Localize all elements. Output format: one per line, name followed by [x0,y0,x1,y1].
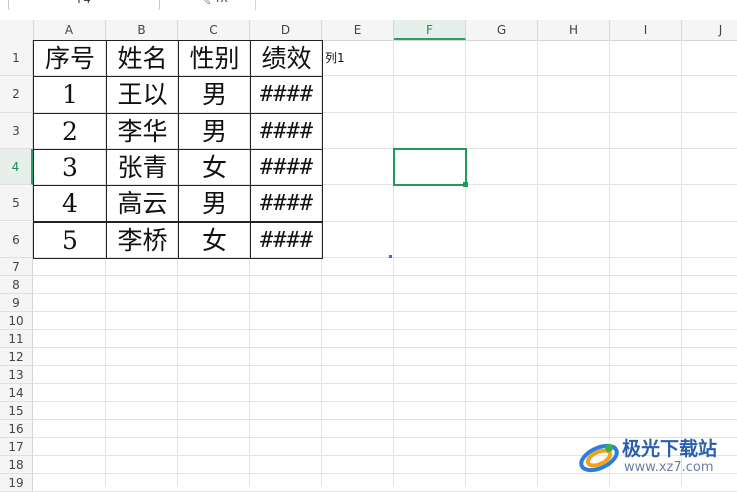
row-gridline [33,364,737,366]
table-data-cell[interactable]: 李华 [106,112,179,150]
row-header-4[interactable]: 4 [0,148,33,186]
formula-input[interactable] [255,0,737,10]
row-gridline [33,346,737,348]
row-header-1[interactable]: 1 [0,40,33,77]
row-header-13[interactable]: 13 [0,365,33,384]
row-header-6[interactable]: 6 [0,221,33,258]
row-gridline [33,400,737,402]
table-data-cell[interactable]: 张青 [106,148,179,187]
row-gridline [33,292,737,294]
row-header-19[interactable]: 19 [0,473,33,492]
fill-handle[interactable] [463,182,468,188]
spreadsheet-grid[interactable]: A B C D E F G H I J 1 2 3 4 5 6 7 8 9 10 11 12 13 14 15 16 17 18 19 序… [0,20,737,492]
column-header-a[interactable]: A [33,20,106,40]
row-gridline [33,382,737,384]
table-header-cell[interactable]: 姓名 [106,40,179,78]
table-resize-handle[interactable] [389,254,392,258]
formula-bar: F4 🔍︎ fx [0,0,737,10]
column-gridline [393,40,394,487]
search-icon[interactable]: 🔍︎ [195,0,212,6]
extra-header-cell[interactable]: 列1 [322,40,395,77]
table-data-cell[interactable]: 男 [178,76,251,114]
active-cell-selection[interactable] [393,147,467,187]
row-header-16[interactable]: 16 [0,419,33,438]
row-header-11[interactable]: 11 [0,329,33,348]
column-header-c[interactable]: C [178,20,250,40]
table-data-cell[interactable]: 2 [33,112,107,150]
fx-area: 🔍︎ fx [195,0,228,6]
row-gridline [33,328,737,330]
row-header-15[interactable]: 15 [0,401,33,420]
row-header-2[interactable]: 2 [0,76,33,113]
column-header-f[interactable]: F [394,20,466,40]
row-gridline [33,310,737,312]
column-gridline [537,40,538,487]
select-all-corner[interactable] [0,20,34,40]
name-box[interactable]: F4 [8,0,160,10]
column-gridline [609,40,610,487]
watermark: 极光下载站 www.xz7.com [578,434,733,480]
column-header-b[interactable]: B [106,20,178,40]
row-gridline [33,418,737,420]
row-header-8[interactable]: 8 [0,275,33,294]
column-header-i[interactable]: I [610,20,682,40]
row-header-12[interactable]: 12 [0,347,33,366]
table-data-cell[interactable]: 男 [178,112,251,150]
column-header-e[interactable]: E [322,20,394,40]
row-header-17[interactable]: 17 [0,437,33,456]
table-data-cell[interactable]: #### [250,76,323,114]
table-data-cell[interactable]: 5 [33,221,107,259]
column-gridline [465,40,466,487]
column-header-h[interactable]: H [538,20,610,40]
row-header-14[interactable]: 14 [0,383,33,402]
table-data-cell[interactable]: #### [250,112,323,150]
row-header-5[interactable]: 5 [0,185,33,222]
table-header-cell[interactable]: 序号 [33,40,107,78]
table-data-cell[interactable]: 3 [33,148,107,187]
table-header-cell[interactable]: 性别 [178,40,251,78]
table-data-cell[interactable]: #### [250,221,323,259]
watermark-logo-icon [579,443,619,473]
watermark-name: 极光下载站 [622,438,718,460]
row-header-9[interactable]: 9 [0,293,33,312]
table-data-cell[interactable]: 男 [178,185,251,223]
watermark-url: www.xz7.com [624,460,714,475]
table-data-cell[interactable]: 高云 [106,185,179,223]
column-header-d[interactable]: D [250,20,322,40]
table-data-cell[interactable]: 1 [33,76,107,114]
table-data-cell[interactable]: 女 [178,148,251,187]
table-data-cell[interactable]: 4 [33,185,107,223]
row-header-3[interactable]: 3 [0,112,33,149]
row-header-10[interactable]: 10 [0,311,33,330]
table-data-cell[interactable]: #### [250,185,323,223]
column-header-g[interactable]: G [466,20,538,40]
column-header-j[interactable]: J [682,20,737,40]
table-data-cell[interactable]: #### [250,148,323,187]
table-header-cell[interactable]: 绩效 [250,40,323,78]
row-header-7[interactable]: 7 [0,257,33,276]
row-header-18[interactable]: 18 [0,455,33,474]
fx-icon[interactable]: fx [216,0,228,6]
table-data-cell[interactable]: 李桥 [106,221,179,259]
row-gridline [33,274,737,276]
table-data-cell[interactable]: 女 [178,221,251,259]
table-data-cell[interactable]: 王以 [106,76,179,114]
column-gridline [681,40,682,487]
